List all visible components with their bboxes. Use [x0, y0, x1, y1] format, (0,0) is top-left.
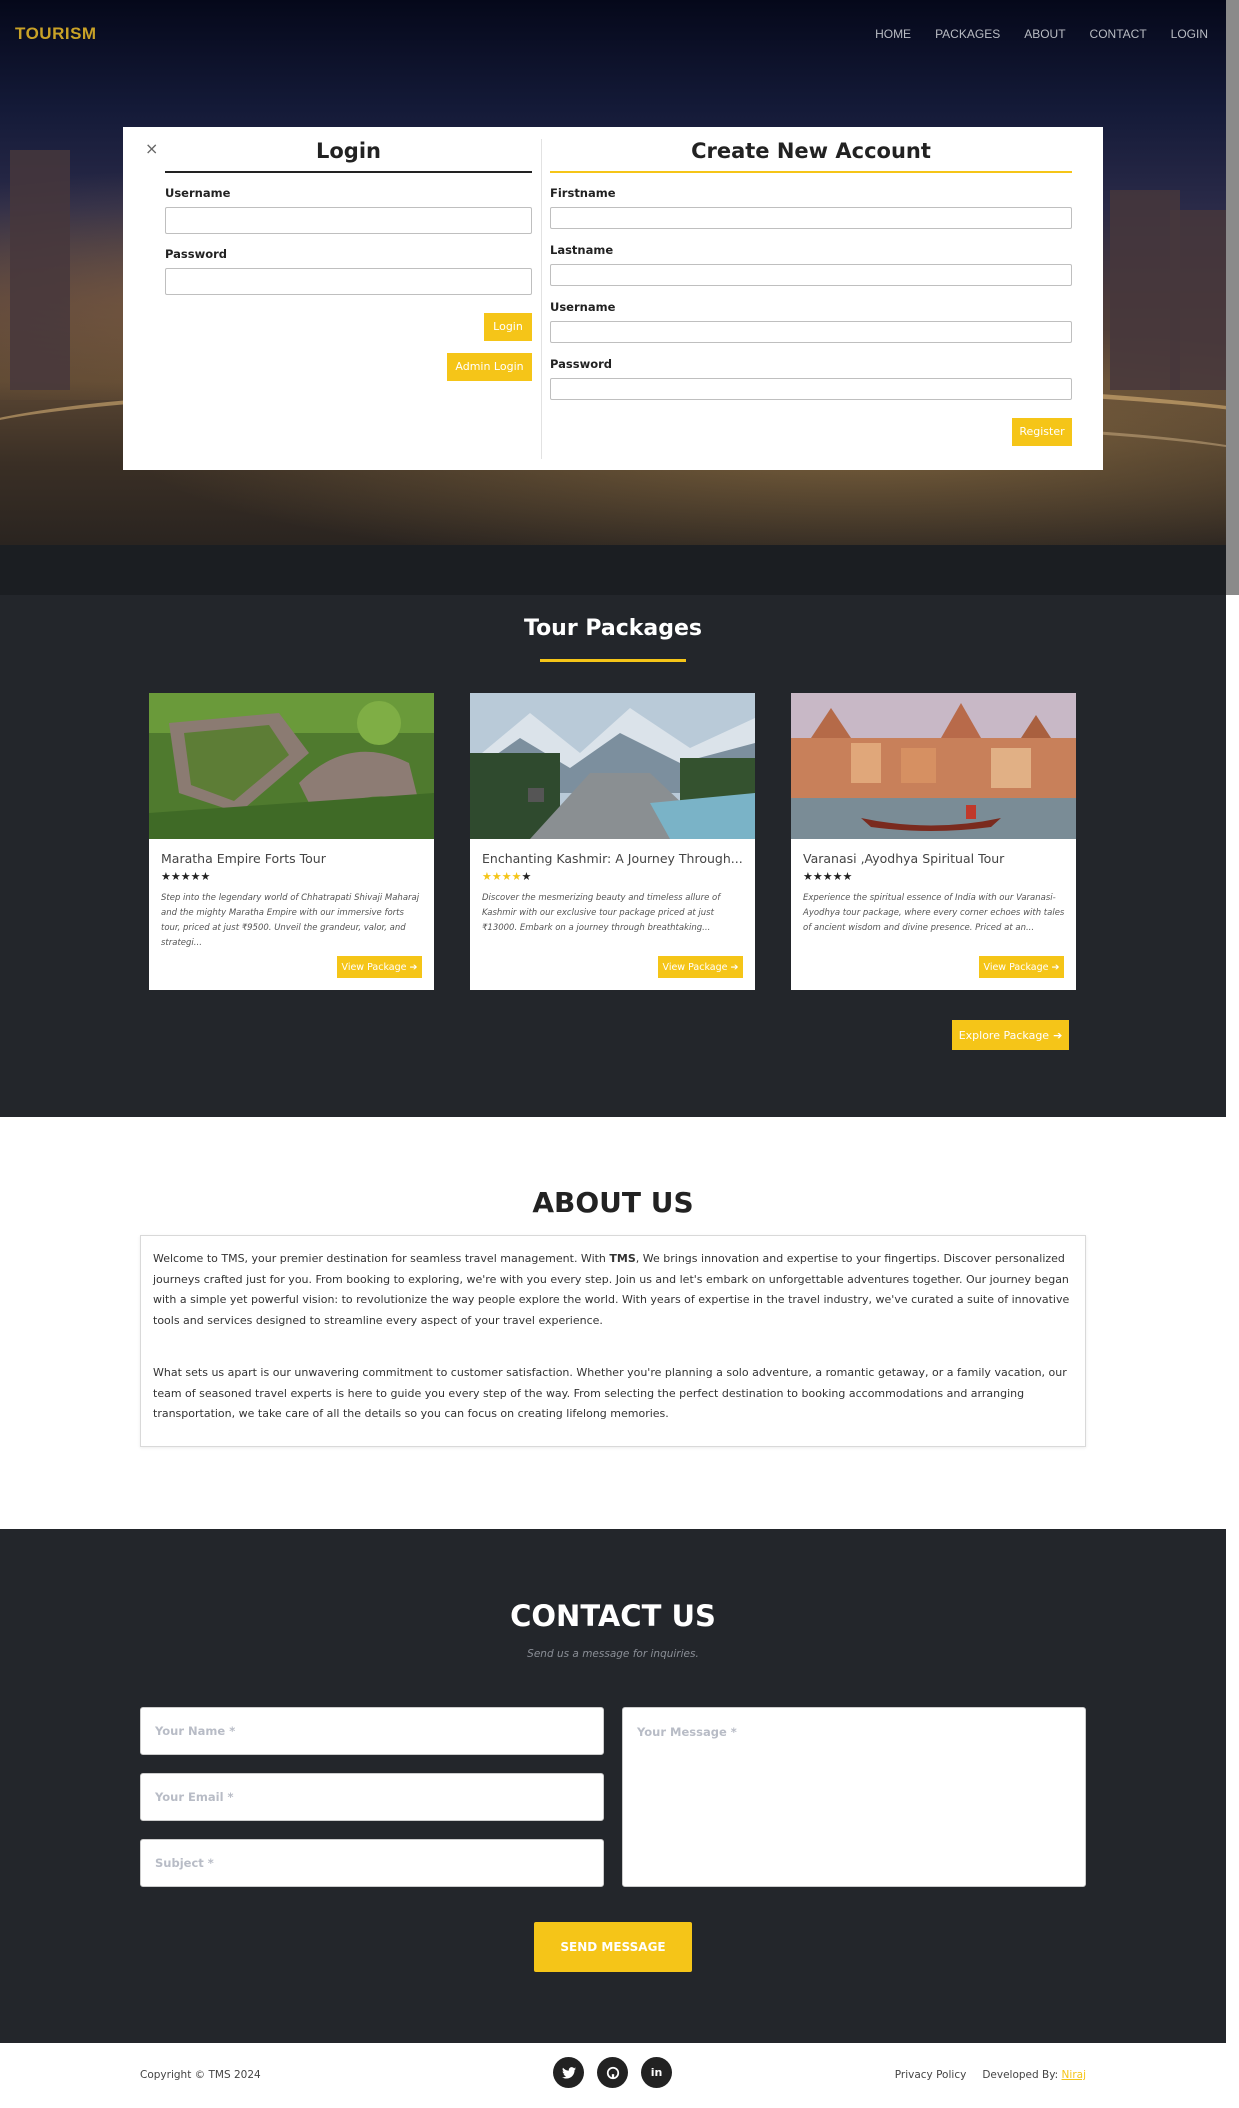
register-password-input[interactable]: [550, 378, 1072, 400]
footer: Copyright © TMS 2024 in Privacy Policy D…: [0, 2043, 1226, 2108]
column-divider: [541, 139, 542, 459]
login-username-input[interactable]: [165, 207, 532, 234]
tour-name: Maratha Empire Forts Tour: [161, 851, 326, 866]
developer-link[interactable]: Niraj: [1062, 2069, 1086, 2081]
tour-name: Varanasi ,Ayodhya Spiritual Tour: [803, 851, 1005, 866]
scrollbar[interactable]: [1226, 0, 1239, 595]
arrow-right-icon: ➔: [1053, 1028, 1063, 1042]
view-package-label: View Package: [662, 961, 728, 973]
rating-stars: ★★★★★: [482, 870, 532, 883]
twitter-icon[interactable]: [553, 2057, 584, 2088]
tour-packages-title: Tour Packages: [523, 616, 703, 641]
register-title: Create New Account: [550, 139, 1072, 173]
username-label: Username: [165, 186, 231, 200]
social-links: in: [553, 2057, 672, 2088]
tour-description: Discover the mesmerizing beauty and time…: [482, 893, 721, 933]
firstname-label: Firstname: [550, 186, 616, 200]
hero-building: [1170, 210, 1226, 390]
hero-building: [10, 150, 70, 390]
contact-section: CONTACT US Send us a message for inquiri…: [0, 1529, 1226, 2043]
hero-bottom-band: [0, 545, 1226, 595]
lastname-input[interactable]: [550, 264, 1072, 286]
tour-image-varanasi[interactable]: [791, 693, 1076, 839]
nav-links: HOME PACKAGES ABOUT CONTACT LOGIN: [875, 27, 1208, 41]
explore-package-button[interactable]: Explore Package ➔: [952, 1020, 1069, 1050]
auth-modal: × Login Username Password Login Admin Lo…: [123, 127, 1103, 470]
register-password-label: Password: [550, 357, 612, 371]
view-package-button[interactable]: View Package ➔: [658, 956, 743, 978]
nav-contact[interactable]: CONTACT: [1090, 27, 1147, 41]
tour-card: Varanasi ,Ayodhya Spiritual Tour ★★★★★ E…: [791, 693, 1076, 990]
view-package-button[interactable]: View Package ➔: [337, 956, 422, 978]
admin-login-button[interactable]: Admin Login: [447, 353, 532, 381]
message-textarea[interactable]: Your Message *: [622, 1707, 1086, 1887]
login-password-input[interactable]: [165, 268, 532, 295]
title-underline: [540, 659, 686, 662]
tour-name: Enchanting Kashmir: A Journey Through...: [482, 851, 743, 866]
tour-image-kashmir[interactable]: [470, 693, 755, 839]
login-title: Login: [165, 139, 532, 173]
rating-stars: ★★★★★: [161, 870, 211, 883]
about-paragraph: Welcome to TMS, your premier destination…: [153, 1252, 1070, 1327]
github-icon[interactable]: [597, 2057, 628, 2088]
about-brand-bold: TMS: [609, 1252, 636, 1265]
view-package-button[interactable]: View Package ➔: [979, 956, 1064, 978]
firstname-input[interactable]: [550, 207, 1072, 229]
copyright-text: Copyright © TMS 2024: [140, 2069, 261, 2081]
tour-image-fort[interactable]: [149, 693, 434, 839]
login-button[interactable]: Login: [484, 313, 532, 341]
nav-about[interactable]: ABOUT: [1024, 27, 1065, 41]
close-icon[interactable]: ×: [145, 139, 158, 158]
explore-package-label: Explore Package: [958, 1028, 1050, 1042]
lastname-label: Lastname: [550, 243, 614, 257]
developed-by: Developed By: Niraj: [982, 2069, 1086, 2081]
tour-card: Maratha Empire Forts Tour ★★★★★ Step int…: [149, 693, 434, 990]
register-username-input[interactable]: [550, 321, 1072, 343]
login-form: Login Username Password: [165, 139, 532, 295]
about-text-box: Welcome to TMS, your premier destination…: [140, 1235, 1086, 1447]
arrow-right-icon: ➔: [730, 961, 739, 973]
send-message-button[interactable]: SEND MESSAGE: [534, 1922, 692, 1972]
name-input[interactable]: Your Name *: [140, 1707, 604, 1755]
view-package-label: View Package: [983, 961, 1049, 973]
tour-description: Step into the legendary world of Chhatra…: [161, 893, 420, 948]
register-form: Create New Account Firstname Lastname Us…: [550, 139, 1072, 400]
about-title: ABOUT US: [532, 1186, 694, 1219]
privacy-policy-link[interactable]: Privacy Policy: [895, 2069, 967, 2081]
tour-packages-section: Tour Packages Maratha Empire Forts Tour …: [0, 595, 1226, 1117]
arrow-right-icon: ➔: [409, 961, 418, 973]
rating-stars: ★★★★★: [803, 870, 853, 883]
linkedin-icon[interactable]: in: [641, 2057, 672, 2088]
tour-card: Enchanting Kashmir: A Journey Through...…: [470, 693, 755, 990]
contact-subtitle: Send us a message for inquiries.: [527, 1648, 699, 1660]
about-paragraph: What sets us apart is our unwavering com…: [153, 1366, 1067, 1420]
navbar: TOURISM HOME PACKAGES ABOUT CONTACT LOGI…: [0, 0, 1226, 68]
nav-home[interactable]: HOME: [875, 27, 911, 41]
footer-links: Privacy Policy Developed By: Niraj: [895, 2069, 1086, 2081]
contact-title: CONTACT US: [510, 1599, 716, 1633]
email-input[interactable]: Your Email *: [140, 1773, 604, 1821]
password-label: Password: [165, 247, 227, 261]
tour-description: Experience the spiritual essence of Indi…: [803, 893, 1065, 933]
nav-login[interactable]: LOGIN: [1171, 27, 1208, 41]
arrow-right-icon: ➔: [1051, 961, 1060, 973]
brand-logo[interactable]: TOURISM: [15, 24, 97, 44]
register-button[interactable]: Register: [1012, 418, 1072, 446]
nav-packages[interactable]: PACKAGES: [935, 27, 1000, 41]
view-package-label: View Package: [341, 961, 407, 973]
subject-input[interactable]: Subject *: [140, 1839, 604, 1887]
register-username-label: Username: [550, 300, 616, 314]
